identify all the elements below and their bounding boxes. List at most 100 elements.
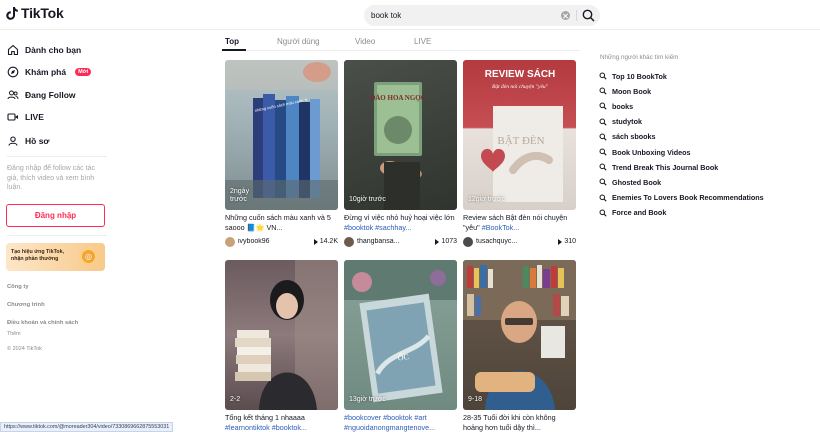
view-count-value: 1073 bbox=[441, 238, 457, 245]
description-hashtags[interactable]: #bookcover #booktok #art #nguoidanongman… bbox=[344, 413, 435, 432]
related-search-item[interactable]: Moon Book bbox=[599, 86, 651, 96]
search-icon bbox=[599, 163, 607, 171]
tab-users[interactable]: Người dùng bbox=[277, 37, 320, 46]
description-text: Đừng vì việc nhỏ huỷ hoại việc lớn bbox=[344, 213, 455, 222]
tab-top[interactable]: Top bbox=[225, 37, 239, 46]
video-time: 13giờ trước bbox=[349, 396, 386, 403]
tab-videos[interactable]: Video bbox=[355, 37, 375, 46]
nav-live[interactable]: LIVE bbox=[7, 110, 44, 124]
nav-following-label: Đang Follow bbox=[25, 90, 76, 100]
related-search-item[interactable]: Force and Book bbox=[599, 208, 666, 218]
video-description: #bookcover #booktok #art #nguoidanongman… bbox=[344, 413, 457, 432]
footer-link-more[interactable]: Thêm bbox=[7, 331, 21, 337]
search-divider bbox=[576, 10, 577, 21]
tiktok-note-icon bbox=[6, 6, 18, 20]
related-search-item[interactable]: Top 10 BookTok bbox=[599, 71, 667, 81]
nav-live-label: LIVE bbox=[25, 112, 44, 122]
svg-text:BẬT ĐÈN: BẬT ĐÈN bbox=[497, 135, 544, 147]
tiktok-logo[interactable]: TikTok bbox=[6, 5, 64, 21]
related-search-item[interactable]: Ghosted Book bbox=[599, 177, 661, 187]
thumbnail-art: ĐẢO HOA NGỌC bbox=[370, 82, 426, 210]
video-description: Những cuốn sách màu xanh và 5 saooo 📘🌟 V… bbox=[225, 213, 338, 232]
search-icon bbox=[599, 102, 607, 110]
video-time: 12giờ trước bbox=[468, 196, 505, 203]
home-icon bbox=[7, 44, 19, 56]
description-hashtags[interactable]: #booktok #sachhay... bbox=[344, 223, 411, 232]
nav-profile[interactable]: Hồ sơ bbox=[7, 134, 49, 148]
nav-for-you[interactable]: Dành cho bạn bbox=[7, 43, 81, 57]
video-description: Đừng vì việc nhỏ huỷ hoại việc lớn #book… bbox=[344, 213, 457, 232]
search-input[interactable] bbox=[371, 5, 556, 26]
video-time: 2-2 bbox=[230, 396, 241, 403]
search-icon bbox=[599, 194, 607, 202]
author-name[interactable]: tusachquyc... bbox=[476, 238, 534, 245]
footer-link-terms[interactable]: Điều khoản và chính sách bbox=[7, 320, 78, 326]
search-button[interactable] bbox=[581, 8, 596, 23]
video-time: 10giờ trước bbox=[349, 196, 386, 203]
search-tabs: Top Người dùng Video LIVE bbox=[222, 30, 580, 51]
tab-live[interactable]: LIVE bbox=[414, 37, 431, 46]
related-search-label: Enemies To Lovers Book Recommendations bbox=[612, 193, 764, 203]
related-search-label: Trend Break This Journal Book bbox=[612, 162, 719, 172]
related-search-item[interactable]: Book Unboxing Videos bbox=[599, 147, 691, 157]
related-search-item[interactable]: Enemies To Lovers Book Recommendations bbox=[599, 193, 764, 203]
nav-explore[interactable]: Khám phá Mới bbox=[7, 65, 92, 79]
author-name[interactable]: ivybook96 bbox=[238, 238, 296, 245]
video-description: 28-35 Tuổi đời khi còn không hoảng hơn t… bbox=[463, 413, 576, 432]
video-thumbnail[interactable]: ĐẢO HOA NGỌC 10giờ trước bbox=[344, 60, 457, 210]
login-button[interactable]: Đăng nhập bbox=[6, 204, 105, 227]
description-hashtags[interactable]: #learnontiktok #booktok... bbox=[225, 423, 307, 432]
related-search-item[interactable]: sách sbooks bbox=[599, 132, 656, 142]
description-text: Tổng kết tháng 1 nhaaaa bbox=[225, 413, 305, 422]
live-icon bbox=[7, 111, 19, 123]
promo-text: Tạo hiệu ứng TikTok, nhận phần thưởng bbox=[11, 249, 65, 262]
view-count-value: 310 bbox=[564, 238, 576, 245]
nav-following[interactable]: Đang Follow bbox=[7, 88, 76, 102]
effect-promo-banner[interactable]: Tạo hiệu ứng TikTok, nhận phần thưởng ◎ bbox=[6, 243, 105, 271]
related-search-label: books bbox=[612, 101, 634, 111]
compass-icon bbox=[7, 66, 19, 78]
video-thumbnail[interactable]: REVIEW SÁCH Bật đèn nói chuyện "yêu" BẬT… bbox=[463, 60, 576, 210]
review-overlay-title: REVIEW SÁCH bbox=[485, 67, 556, 80]
related-search-label: studytok bbox=[612, 117, 642, 127]
video-thumbnail[interactable]: 2-2 bbox=[225, 260, 338, 410]
author-avatar[interactable] bbox=[225, 236, 235, 247]
video-thumbnail[interactable]: ỐC 13giờ trước bbox=[344, 260, 457, 410]
login-prompt-text: Đăng nhập để follow các tác giả, thích v… bbox=[7, 165, 95, 191]
view-count: 14.2K bbox=[313, 238, 338, 245]
search-icon bbox=[599, 72, 607, 80]
video-meta: thangbansa... 1073 bbox=[344, 236, 457, 247]
search-icon bbox=[599, 133, 607, 141]
video-thumbnail[interactable]: những cuốn sách màu xanh ✦ 2ngày trước bbox=[225, 60, 338, 210]
related-search-label: Force and Book bbox=[612, 208, 667, 218]
related-search-item[interactable]: books bbox=[599, 101, 633, 111]
author-name[interactable]: thangbansa... bbox=[357, 238, 415, 245]
video-meta: tusachquyc... 310 bbox=[463, 236, 576, 247]
description-hashtags[interactable]: #BookTok... bbox=[482, 223, 520, 232]
link-status-url: https://www.tiktok.com/@moreader304/vide… bbox=[0, 422, 174, 432]
nav-for-you-label: Dành cho bạn bbox=[25, 45, 82, 55]
coin-icon: ◎ bbox=[80, 248, 97, 265]
author-avatar[interactable] bbox=[463, 236, 473, 247]
thumbnail-art: ỐC bbox=[344, 260, 457, 403]
related-searches-title: Những người khác tìm kiếm bbox=[600, 54, 679, 61]
video-thumbnail[interactable]: 9-18 bbox=[463, 260, 576, 410]
play-count-icon bbox=[435, 238, 440, 245]
related-search-item[interactable]: Trend Break This Journal Book bbox=[599, 162, 718, 172]
search-icon bbox=[599, 118, 607, 126]
profile-icon bbox=[7, 135, 19, 147]
footer-link-program[interactable]: Chương trình bbox=[7, 302, 45, 308]
footer-link-company[interactable]: Công ty bbox=[7, 284, 29, 290]
related-search-item[interactable]: studytok bbox=[599, 117, 642, 127]
sidebar-divider bbox=[7, 156, 107, 157]
following-icon bbox=[7, 89, 19, 101]
clear-search-icon[interactable] bbox=[561, 11, 570, 20]
sidebar-divider bbox=[7, 235, 107, 236]
thumbnail-art bbox=[463, 260, 576, 410]
search-icon bbox=[599, 209, 607, 217]
book-cover-title: ĐẢO HOA NGỌC bbox=[370, 94, 426, 102]
new-badge: Mới bbox=[75, 68, 92, 76]
author-avatar[interactable] bbox=[344, 236, 354, 247]
related-search-label: Ghosted Book bbox=[612, 177, 662, 187]
svg-text:ỐC: ỐC bbox=[397, 351, 409, 362]
